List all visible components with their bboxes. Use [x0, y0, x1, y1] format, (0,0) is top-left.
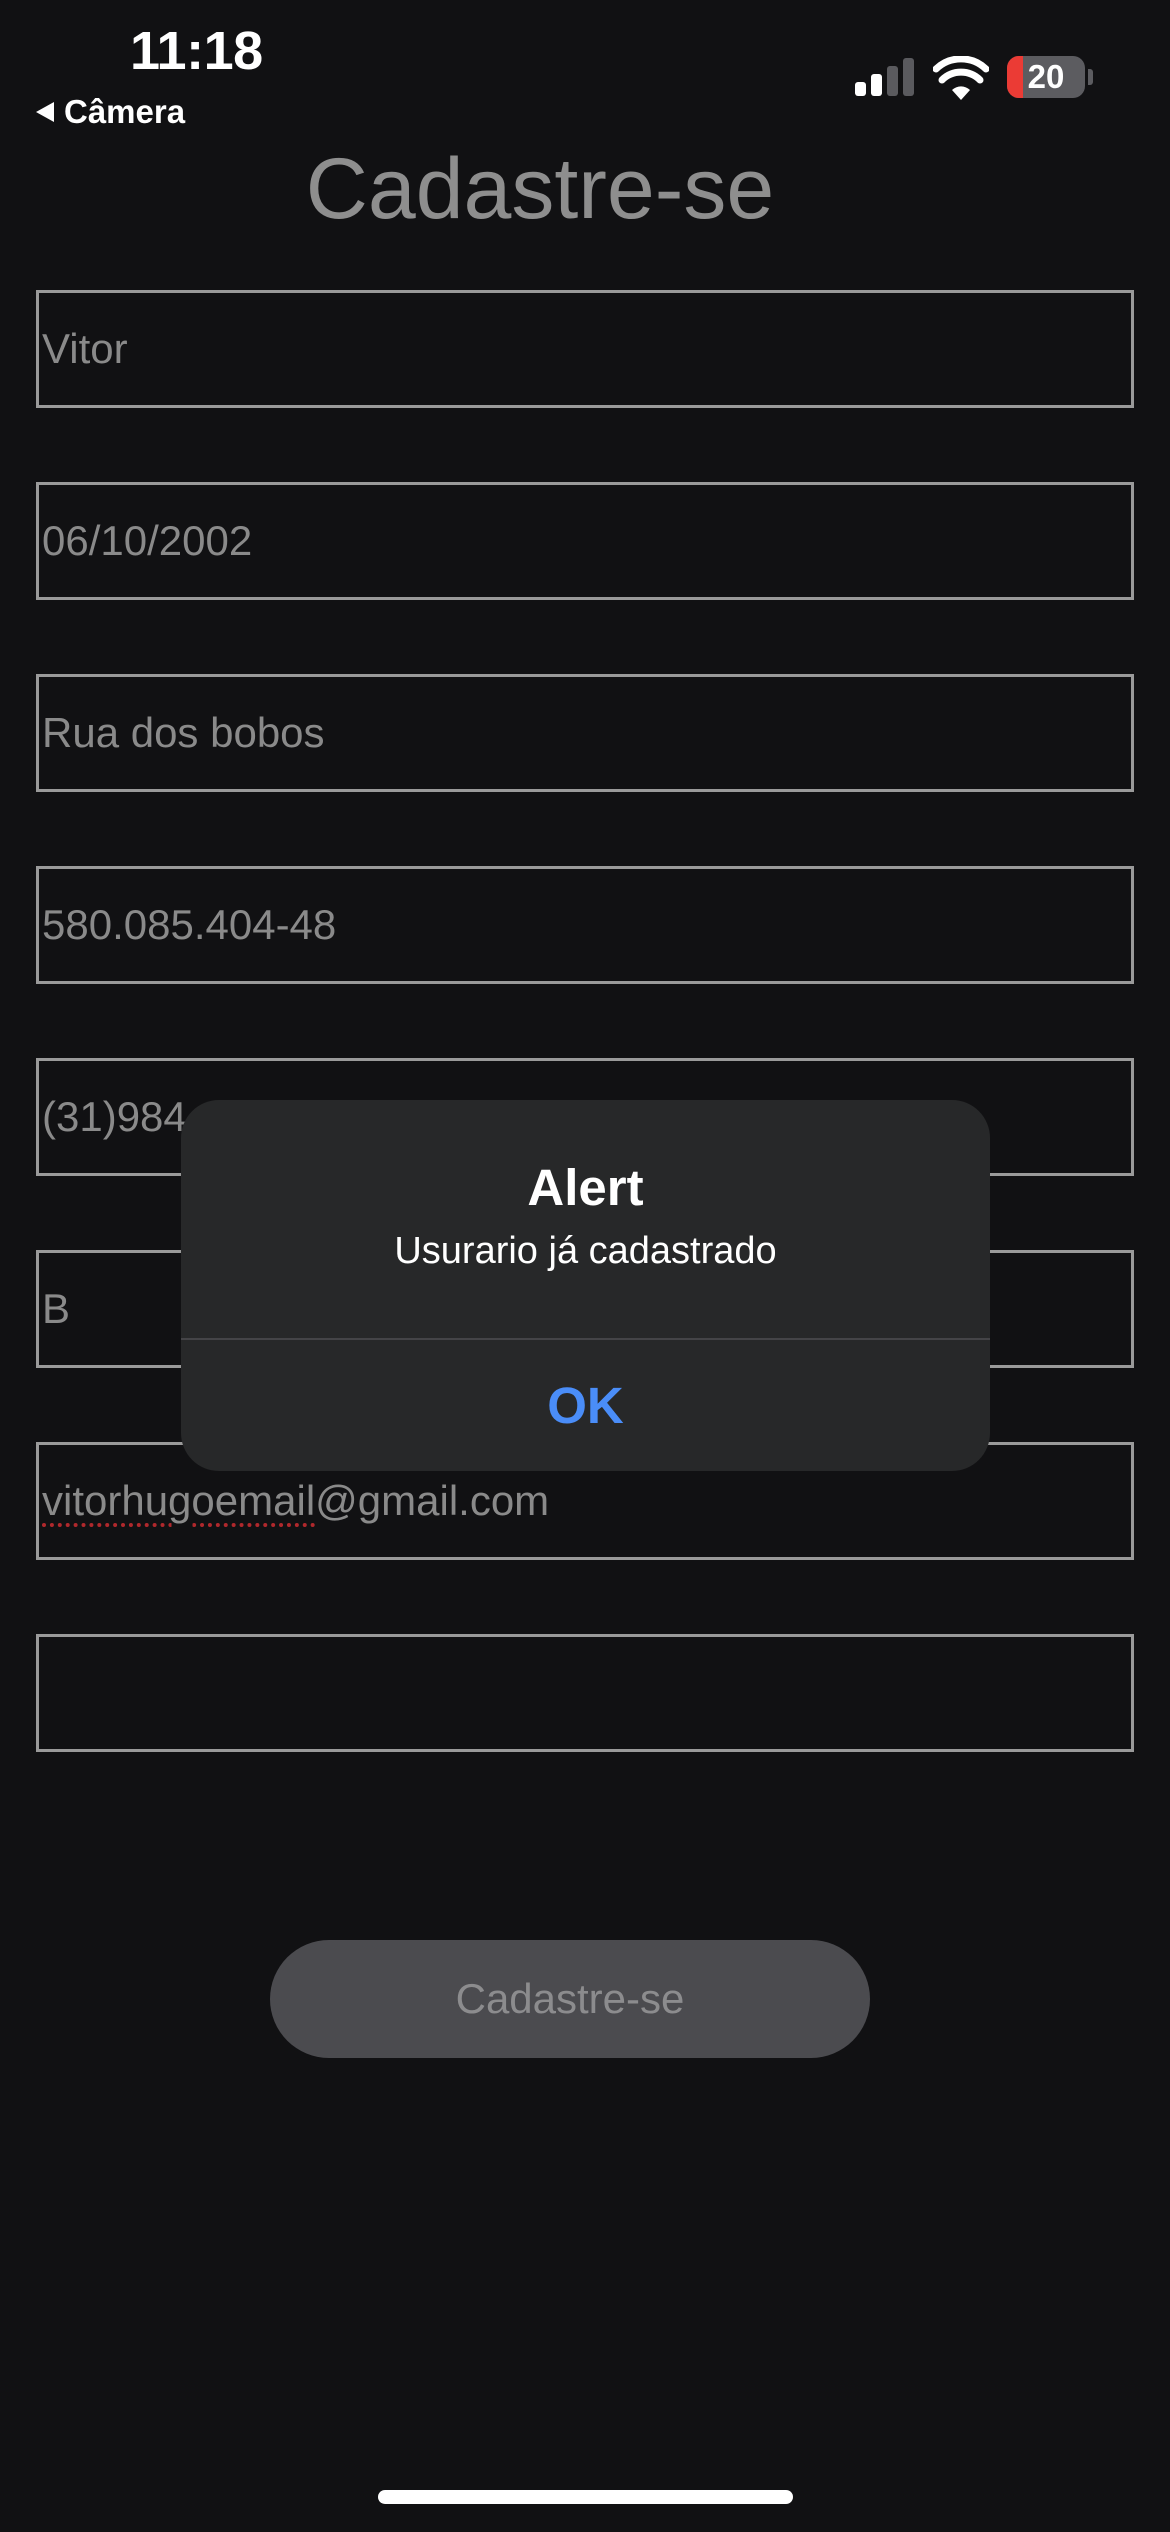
submit-button[interactable]: Cadastre-se [270, 1940, 870, 2058]
email-domain-part: @gmail.com [315, 1477, 550, 1524]
email-input-value: vitorhugoemail@gmail.com [42, 1477, 549, 1525]
alert-dialog: Alert Usurario já cadastrado OK [181, 1100, 990, 1471]
birth-date-input-value: 06/10/2002 [42, 517, 253, 564]
alert-title: Alert [527, 1159, 644, 1216]
cpf-input-value: 580.085.404-48 [42, 901, 337, 948]
form-field-6-value: B [42, 1285, 71, 1332]
page-title: Cadastre-se [305, 141, 775, 237]
cellular-signal-icon [855, 58, 915, 96]
password-input[interactable] [36, 1634, 1134, 1752]
wifi-icon [933, 56, 989, 100]
address-input[interactable]: Rua dos bobos [36, 674, 1134, 792]
address-input-value: Rua dos bobos [42, 709, 325, 756]
alert-message: Usurario já cadastrado [394, 1230, 777, 1272]
cpf-input[interactable]: 580.085.404-48 [36, 866, 1134, 984]
home-indicator[interactable] [378, 2490, 793, 2504]
alert-ok-label: OK [547, 1377, 624, 1434]
status-time: 11:18 [130, 21, 263, 81]
name-input-value: Vitor [42, 325, 128, 372]
back-triangle-icon [36, 102, 54, 122]
submit-button-label: Cadastre-se [455, 1975, 685, 2022]
back-to-app-button[interactable]: Câmera [36, 90, 185, 134]
phone-input-value: (31)984 [42, 1093, 187, 1140]
back-app-label: Câmera [64, 93, 186, 130]
battery-cap [1088, 69, 1093, 85]
alert-ok-button[interactable]: OK [181, 1340, 990, 1471]
battery-percent: 20 [1027, 58, 1065, 95]
birth-date-input[interactable]: 06/10/2002 [36, 482, 1134, 600]
email-misspelled-part: vitorhugoemail [42, 1477, 316, 1524]
battery-icon: 20 [1007, 56, 1085, 98]
name-input[interactable]: Vitor [36, 290, 1134, 408]
